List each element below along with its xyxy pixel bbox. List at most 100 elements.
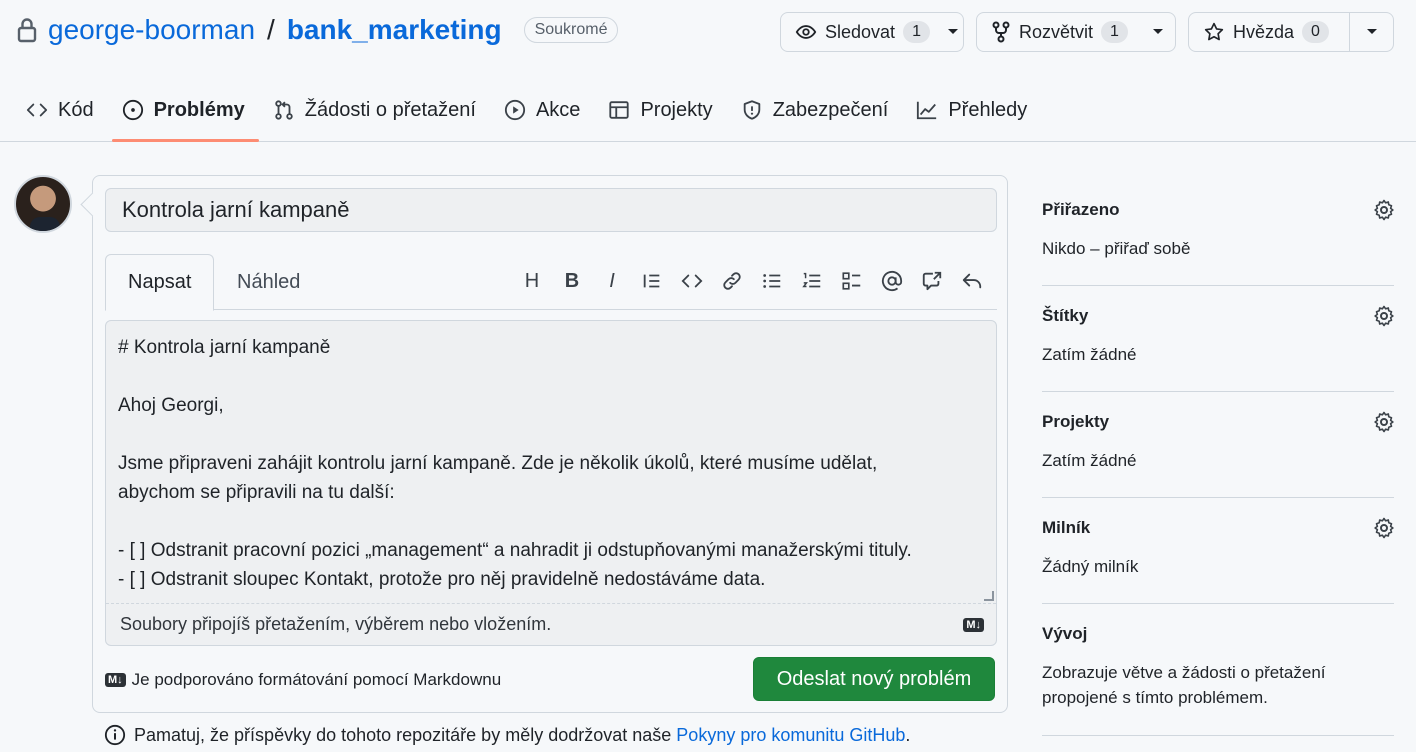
- link-button[interactable]: [715, 264, 749, 298]
- resize-handle[interactable]: [984, 591, 994, 601]
- sidebar-title: Vývoj: [1042, 624, 1088, 643]
- gear-icon[interactable]: [1372, 410, 1396, 434]
- undo-button[interactable]: [955, 264, 989, 298]
- markdown-toolbar: H B I: [515, 264, 989, 298]
- tab-label: Přehledy: [948, 98, 1028, 121]
- code-icon: [26, 103, 48, 117]
- link-icon: [723, 272, 741, 290]
- avatar[interactable]: [14, 175, 72, 233]
- tab-label: Problémy: [153, 98, 245, 121]
- fork-dropdown[interactable]: [1142, 13, 1175, 51]
- tab-write[interactable]: Napsat: [105, 254, 215, 311]
- tab-insights[interactable]: Přehledy: [906, 86, 1041, 134]
- sidebar-title: Přiřazeno: [1042, 200, 1120, 219]
- play-icon: [504, 99, 526, 121]
- sidebar-value: Zobrazuje větve a žádosti o přetažení pr…: [1042, 663, 1326, 707]
- repo-actions: Sledovat 1 Rozvětvit 1 Hvězda 0: [780, 12, 1394, 52]
- sidebar-title: Štítky: [1042, 306, 1089, 325]
- sidebar-value: Žádný milník: [1042, 557, 1139, 576]
- submit-issue-button[interactable]: Odeslat nový problém: [753, 657, 995, 701]
- sidebar-title: Projekty: [1042, 412, 1110, 431]
- tab-projects[interactable]: Projekty: [598, 86, 726, 134]
- sidebar-value: Zatím žádné: [1042, 345, 1137, 364]
- star-dropdown[interactable]: [1349, 13, 1393, 51]
- star-button[interactable]: Hvězda 0: [1189, 13, 1349, 51]
- markdown-note[interactable]: M↓ Je podporováno formátování pomocí Mar…: [105, 670, 501, 690]
- file-drop-zone[interactable]: Soubory připojíš přetažením, výběrem neb…: [106, 603, 996, 645]
- quote-icon: [643, 274, 660, 288]
- issue-sidebar: Přiřazeno Nikdo – přiřaď sobě Štítky Zat…: [1042, 180, 1394, 736]
- watch-dropdown[interactable]: [944, 13, 963, 51]
- tab-code[interactable]: Kód: [16, 86, 108, 134]
- graph-icon: [917, 101, 937, 120]
- unordered-list-icon: [763, 274, 781, 288]
- code-button[interactable]: [675, 264, 709, 298]
- italic-button[interactable]: I: [595, 264, 629, 298]
- watch-label: Sledovat: [825, 21, 896, 42]
- star-count: 0: [1302, 21, 1329, 43]
- mention-button[interactable]: [875, 264, 909, 298]
- star-icon: [1204, 22, 1224, 41]
- tab-label: Zabezpečení: [772, 98, 889, 121]
- new-issue-form: Kontrola jarní kampaně Napsat Náhled H B…: [92, 175, 1008, 713]
- heading-icon: H: [524, 269, 540, 292]
- fork-count: 1: [1101, 21, 1128, 43]
- reply-icon: [962, 273, 982, 289]
- heading-button[interactable]: H: [515, 264, 549, 298]
- sidebar-value: Zatím žádné: [1042, 451, 1137, 470]
- watch-button-group: Sledovat 1: [780, 12, 964, 52]
- fork-label: Rozvětvit: [1019, 21, 1094, 42]
- markdown-icon: M↓: [105, 673, 126, 687]
- task-list-icon: [842, 272, 861, 290]
- repo-title: george-boorman / bank_marketing Soukromé: [16, 14, 619, 46]
- bold-button[interactable]: B: [555, 264, 589, 298]
- sidebar-projects: Projekty Zatím žádné: [1042, 392, 1394, 498]
- gear-icon[interactable]: [1372, 198, 1396, 222]
- drop-hint-text: Soubory připojíš přetažením, výběrem neb…: [120, 614, 552, 634]
- issue-icon: [122, 99, 143, 121]
- visibility-badge: Soukromé: [523, 17, 619, 43]
- repo-name-link[interactable]: bank_marketing: [287, 14, 502, 46]
- task-list-button[interactable]: [835, 264, 869, 298]
- bold-icon: B: [564, 269, 580, 292]
- unordered-list-button[interactable]: [755, 264, 789, 298]
- editor-tabbar: Napsat Náhled H B I: [105, 254, 997, 311]
- repo-nav: Kód Problémy Žádosti o přetažení Akce Pr…: [16, 86, 1045, 142]
- tab-actions[interactable]: Akce: [494, 86, 594, 134]
- caret-down-icon: [948, 29, 959, 34]
- gear-icon[interactable]: [1372, 304, 1396, 328]
- tab-issues[interactable]: Problémy: [111, 86, 259, 142]
- fork-button-group: Rozvětvit 1: [976, 12, 1176, 52]
- eye-icon: [795, 25, 817, 39]
- sidebar-development: Vývoj Zobrazuje větve a žádosti o přetaž…: [1042, 604, 1394, 736]
- sidebar-assignees: Přiřazeno Nikdo – přiřaď sobě: [1042, 180, 1394, 286]
- shield-icon: [743, 100, 760, 120]
- repo-header: george-boorman / bank_marketing Soukromé S…: [0, 0, 1416, 142]
- star-button-group: Hvězda 0: [1188, 12, 1394, 52]
- contribution-note: Pamatuj, že příspěvky do tohoto repozitá…: [104, 724, 910, 746]
- quote-button[interactable]: [635, 264, 669, 298]
- table-icon: [609, 101, 630, 119]
- fork-button[interactable]: Rozvětvit 1: [977, 13, 1142, 51]
- gear-icon[interactable]: [1372, 516, 1396, 540]
- italic-icon: I: [609, 269, 615, 292]
- issue-title-input[interactable]: Kontrola jarní kampaně: [105, 188, 997, 232]
- tab-preview[interactable]: Náhled: [215, 254, 322, 310]
- tab-label: Akce: [535, 98, 581, 121]
- ordered-list-button[interactable]: [795, 264, 829, 298]
- issue-body-textarea[interactable]: # Kontrola jarní kampaně Ahoj Georgi, Js…: [105, 320, 997, 646]
- assign-yourself-link[interactable]: Nikdo – přiřaď sobě: [1042, 236, 1190, 261]
- ordered-list-icon: [802, 272, 821, 288]
- info-icon: [104, 724, 126, 746]
- repo-owner-link[interactable]: george-boorman: [48, 14, 255, 46]
- star-label: Hvězda: [1233, 21, 1295, 42]
- tab-label: Kód: [58, 98, 94, 121]
- tab-security[interactable]: Zabezpečení: [731, 86, 903, 134]
- tab-pull-requests[interactable]: Žádosti o přetažení: [263, 86, 490, 134]
- issue-body-text: # Kontrola jarní kampaně Ahoj Georgi, Js…: [118, 337, 912, 590]
- watch-button[interactable]: Sledovat 1: [781, 13, 944, 51]
- cross-reference-button[interactable]: [915, 264, 949, 298]
- community-guidelines-link[interactable]: Pokyny pro komunitu GitHub: [676, 725, 905, 745]
- lock-icon: [17, 18, 37, 43]
- sidebar-title: Milník: [1042, 518, 1091, 537]
